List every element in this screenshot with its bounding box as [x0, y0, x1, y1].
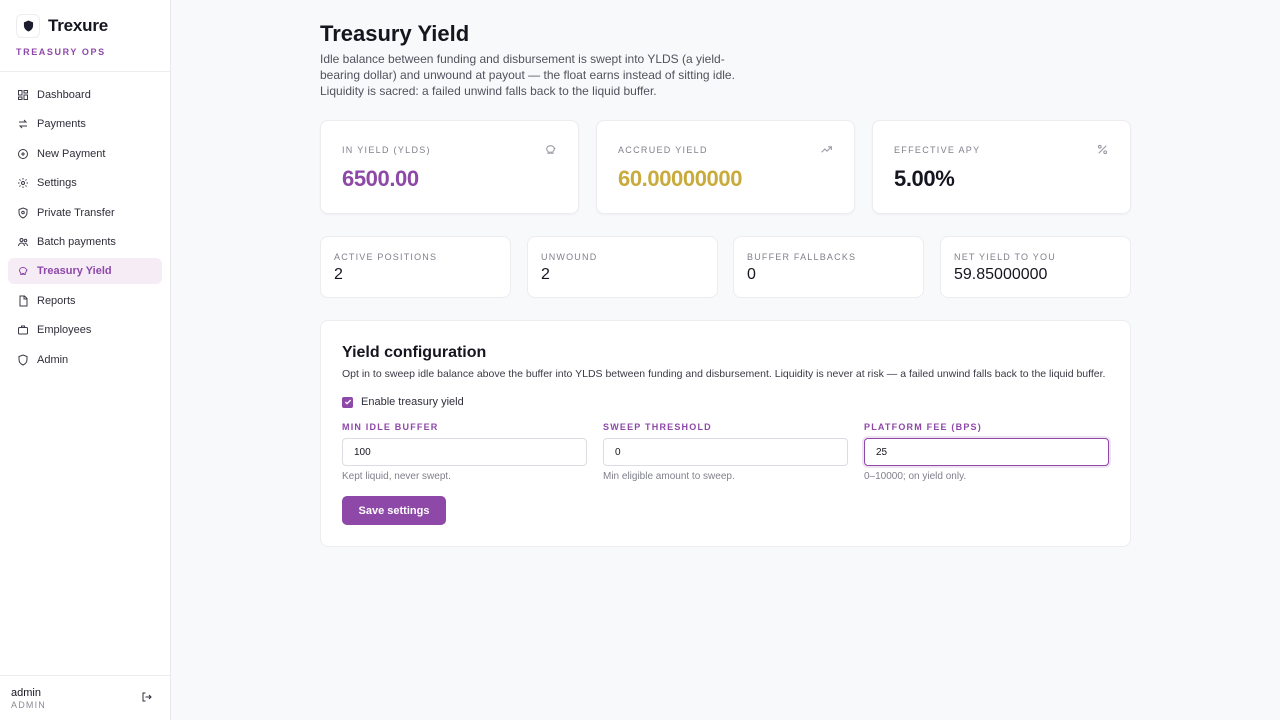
gear-icon — [18, 178, 28, 189]
file-icon — [19, 295, 28, 307]
stat-value: 5.00% — [894, 166, 955, 191]
min-idle-buffer-field: MIN IDLE BUFFER Kept liquid, never swept… — [342, 422, 587, 482]
percent-icon — [1097, 144, 1108, 155]
sidebar: Trexure TREASURY OPS Dashboard Payments … — [0, 0, 171, 720]
min-idle-buffer-input[interactable] — [342, 438, 587, 466]
trending-up-icon — [821, 146, 832, 153]
stat-value: 6500.00 — [342, 166, 419, 191]
field-help: 0–10000; on yield only. — [864, 471, 967, 482]
users-icon — [18, 237, 28, 247]
sidebar-item-admin[interactable]: Admin — [8, 347, 162, 373]
user-role: ADMIN — [11, 700, 46, 710]
enable-yield-label: Enable treasury yield — [361, 396, 464, 408]
field-label: MIN IDLE BUFFER — [342, 422, 439, 432]
stat-card-in-yield: IN YIELD (YLDS) 6500.00 — [320, 120, 579, 214]
sidebar-item-label: Admin — [37, 353, 69, 366]
shield-icon — [16, 14, 40, 38]
stat-label: IN YIELD (YLDS) — [342, 145, 431, 155]
field-help: Kept liquid, never swept. — [342, 471, 451, 482]
user-panel: admin ADMIN — [0, 675, 170, 720]
sidebar-item-label: Private Transfer — [37, 206, 115, 219]
piggy-bank-icon — [546, 145, 556, 154]
dashboard-icon — [18, 90, 28, 100]
stat-card-effective-apy: EFFECTIVE APY 5.00% — [872, 120, 1131, 214]
metric-value: 0 — [747, 266, 756, 283]
shield-check-icon — [18, 207, 28, 219]
sidebar-item-payments[interactable]: Payments — [8, 111, 162, 137]
metric-card-buffer-fallbacks: BUFFER FALLBACKS 0 — [733, 236, 924, 298]
metric-label: NET YIELD TO YOU — [954, 252, 1056, 262]
enable-yield-checkbox[interactable] — [342, 396, 353, 408]
field-label: SWEEP THRESHOLD — [603, 422, 712, 432]
config-title: Yield configuration — [342, 344, 487, 361]
stat-value: 60.00000000 — [618, 166, 743, 191]
sidebar-item-label: Batch payments — [37, 235, 116, 248]
metric-value: 2 — [334, 266, 343, 283]
page-title: Treasury Yield — [320, 21, 470, 46]
metric-label: ACTIVE POSITIONS — [334, 252, 438, 262]
sidebar-nav: Dashboard Payments New Payment Settings … — [8, 82, 162, 376]
sweep-threshold-input[interactable] — [603, 438, 848, 466]
platform-fee-field: PLATFORM FEE (BPS) 0–10000; on yield onl… — [864, 422, 1109, 482]
check-icon — [344, 399, 351, 405]
stat-card-accrued-yield: ACCRUED YIELD 60.00000000 — [596, 120, 855, 214]
field-help: Min eligible amount to sweep. — [603, 471, 735, 482]
sidebar-item-label: Treasury Yield — [37, 265, 112, 278]
sidebar-item-label: Payments — [37, 118, 86, 131]
logout-icon[interactable] — [141, 691, 153, 703]
piggy-bank-icon — [18, 267, 28, 276]
config-description: Opt in to sweep idle balance above the b… — [342, 368, 1106, 380]
platform-fee-input[interactable] — [864, 438, 1109, 466]
metric-value: 59.85000000 — [954, 266, 1048, 283]
field-label: PLATFORM FEE (BPS) — [864, 422, 982, 432]
sidebar-item-label: Settings — [37, 177, 77, 190]
sidebar-item-label: Reports — [37, 294, 76, 307]
plus-circle-icon — [18, 148, 28, 159]
yield-configuration-card: Yield configuration Opt in to sweep idle… — [320, 320, 1131, 547]
user-name: admin — [11, 687, 41, 699]
metric-label: BUFFER FALLBACKS — [747, 252, 857, 262]
sidebar-item-employees[interactable]: Employees — [8, 317, 162, 343]
sweep-threshold-field: SWEEP THRESHOLD Min eligible amount to s… — [603, 422, 848, 482]
enable-yield-toggle[interactable]: Enable treasury yield — [342, 396, 464, 408]
save-settings-button[interactable]: Save settings — [342, 496, 446, 525]
sidebar-divider — [0, 71, 170, 72]
metric-card-unwound: UNWOUND 2 — [527, 236, 718, 298]
sidebar-item-label: New Payment — [37, 147, 106, 160]
briefcase-icon — [18, 325, 28, 335]
sidebar-item-new-payment[interactable]: New Payment — [8, 141, 162, 167]
sidebar-item-label: Employees — [37, 324, 92, 337]
arrows-swap-icon — [18, 120, 28, 129]
sidebar-item-private-transfer[interactable]: Private Transfer — [8, 200, 162, 226]
sidebar-item-settings[interactable]: Settings — [8, 170, 162, 196]
stat-label: ACCRUED YIELD — [618, 145, 708, 155]
sidebar-item-batch-payments[interactable]: Batch payments — [8, 229, 162, 255]
sidebar-item-treasury-yield[interactable]: Treasury Yield — [8, 258, 162, 285]
metric-card-net-yield: NET YIELD TO YOU 59.85000000 — [940, 236, 1131, 298]
stat-label: EFFECTIVE APY — [894, 145, 981, 155]
brand-subtitle: TREASURY OPS — [16, 47, 106, 57]
brand-name: Trexure — [48, 16, 109, 35]
page-description: Idle balance between funding and disburs… — [320, 52, 735, 98]
brand[interactable]: Trexure TREASURY OPS — [16, 14, 108, 57]
metric-label: UNWOUND — [541, 252, 598, 262]
metric-value: 2 — [541, 266, 550, 283]
sidebar-item-dashboard[interactable]: Dashboard — [8, 82, 162, 108]
sidebar-item-label: Dashboard — [37, 89, 91, 101]
shield-icon — [18, 353, 28, 366]
sidebar-item-reports[interactable]: Reports — [8, 288, 162, 314]
metric-card-active-positions: ACTIVE POSITIONS 2 — [320, 236, 511, 298]
